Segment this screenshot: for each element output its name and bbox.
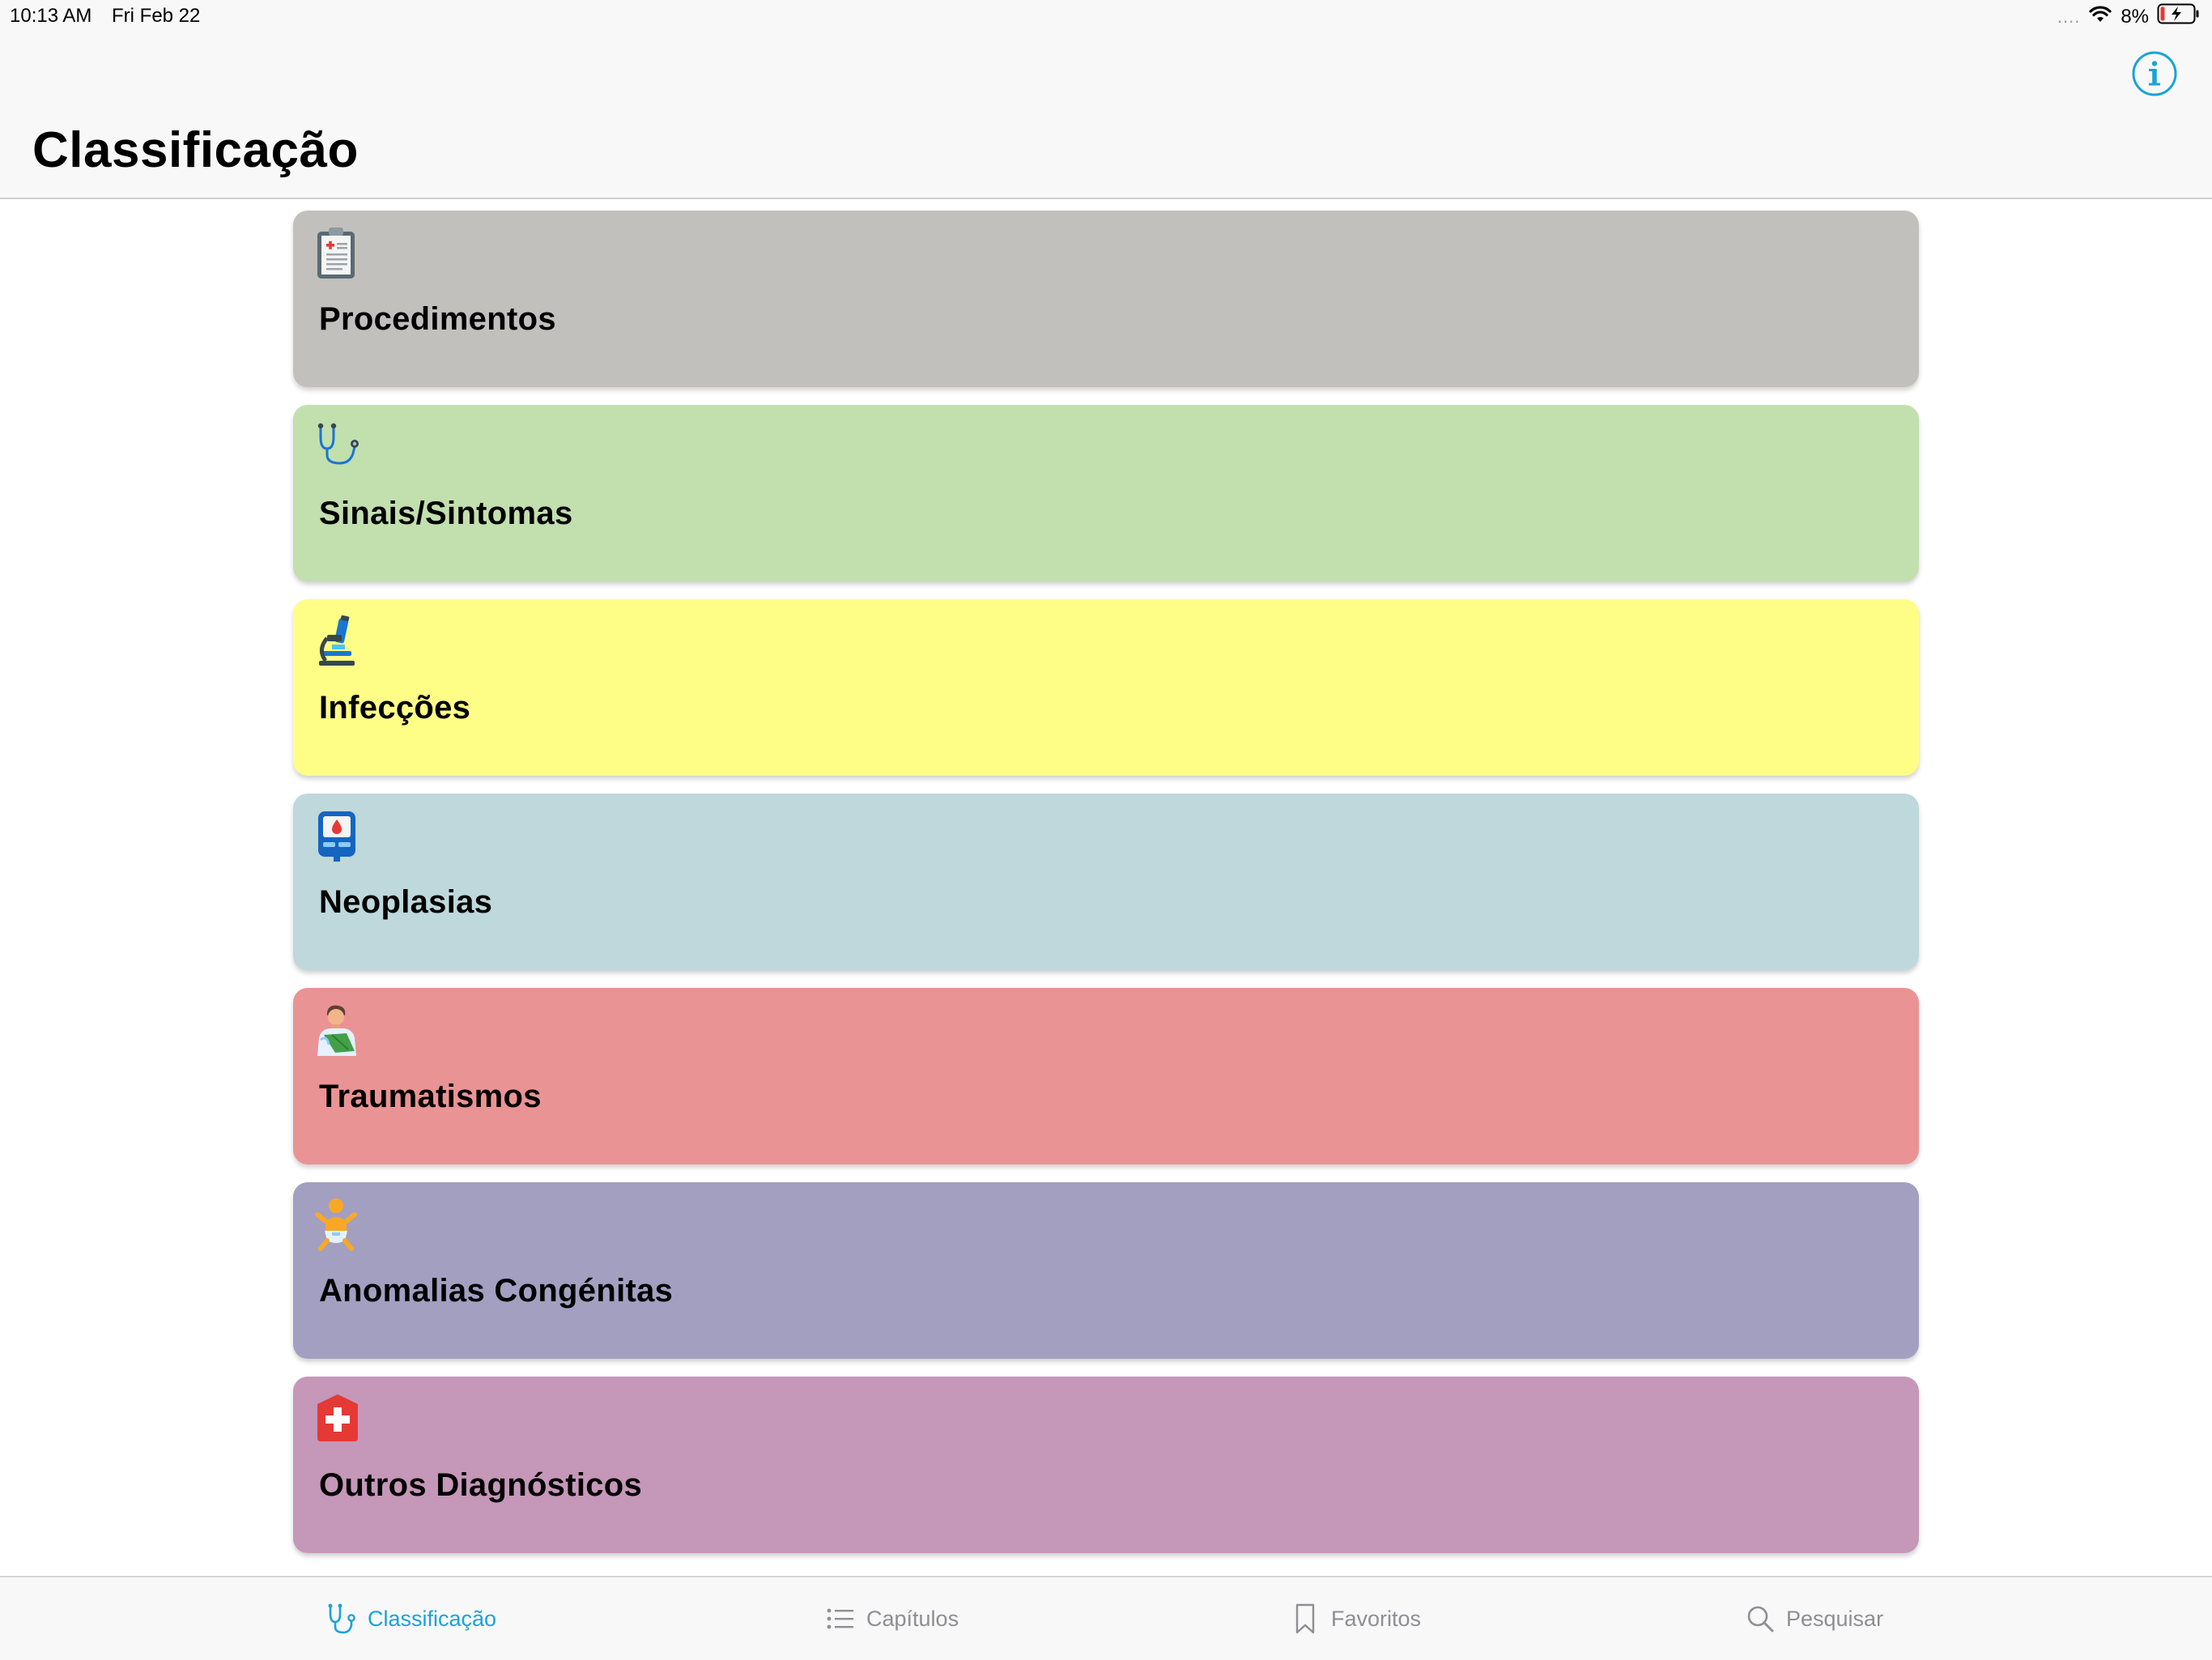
- injured-person-icon: [317, 1005, 356, 1056]
- tab-label: Capítulos: [866, 1606, 959, 1631]
- status-date: Fri Feb 22: [112, 5, 201, 27]
- wifi-icon: [2088, 4, 2112, 29]
- microscope-icon: [319, 615, 355, 666]
- info-button[interactable]: [2131, 50, 2178, 97]
- category-list: Procedimentos Sinais/Sintomas Infecções: [0, 199, 2212, 1576]
- clipboard-icon: [317, 228, 355, 279]
- stethoscope-icon: [328, 1603, 355, 1634]
- tab-label: Classificação: [368, 1606, 497, 1631]
- category-label: Anomalias Congénitas: [319, 1273, 674, 1309]
- battery-percentage: 8%: [2121, 5, 2149, 28]
- tab-capitulos[interactable]: Capítulos: [826, 1577, 959, 1660]
- category-label: Neoplasias: [319, 884, 493, 920]
- search-icon: [1747, 1606, 1774, 1632]
- category-card-neoplasias[interactable]: Neoplasias: [293, 794, 1919, 970]
- tab-label: Pesquisar: [1786, 1606, 1884, 1631]
- category-label: Outros Diagnósticos: [319, 1467, 643, 1503]
- category-label: Procedimentos: [319, 301, 556, 337]
- battery-charging-icon: [2157, 3, 2201, 30]
- category-label: Traumatismos: [319, 1079, 542, 1114]
- bookmark-icon: [1295, 1603, 1315, 1634]
- list-icon: [827, 1608, 853, 1629]
- category-card-procedimentos[interactable]: Procedimentos: [293, 211, 1919, 387]
- category-label: Sinais/Sintomas: [319, 496, 573, 531]
- tab-classificacao[interactable]: Classificação: [327, 1577, 496, 1660]
- page-title: Classificação: [32, 122, 359, 178]
- tab-pesquisar[interactable]: Pesquisar: [1746, 1577, 1883, 1660]
- tab-bar: Classificação Capítulos Favoritos Pesqui…: [0, 1576, 2212, 1660]
- tab-label: Favoritos: [1331, 1606, 1422, 1631]
- hospital-cross-icon: [317, 1394, 358, 1441]
- blood-glucose-meter-icon: [318, 811, 355, 862]
- category-card-traumatismos[interactable]: Traumatismos: [293, 988, 1919, 1164]
- category-card-outros-diagnosticos[interactable]: Outros Diagnósticos: [293, 1377, 1919, 1553]
- status-time: 10:13 AM: [10, 5, 92, 27]
- info-icon: [2132, 51, 2177, 96]
- navigation-bar: Classificação: [0, 32, 2212, 199]
- tab-favoritos[interactable]: Favoritos: [1291, 1577, 1421, 1660]
- stethoscope-icon: [317, 423, 359, 465]
- category-card-sinais-sintomas[interactable]: Sinais/Sintomas: [293, 405, 1919, 581]
- signal-dots: ....: [2057, 6, 2081, 27]
- category-card-anomalias-congenitas[interactable]: Anomalias Congénitas: [293, 1182, 1919, 1359]
- baby-icon: [315, 1198, 357, 1251]
- status-right: .... 8%: [2057, 3, 2201, 30]
- category-label: Infecções: [319, 690, 471, 726]
- category-card-infeccoes[interactable]: Infecções: [293, 599, 1919, 776]
- status-bar: 10:13 AM Fri Feb 22 .... 8%: [0, 0, 2212, 32]
